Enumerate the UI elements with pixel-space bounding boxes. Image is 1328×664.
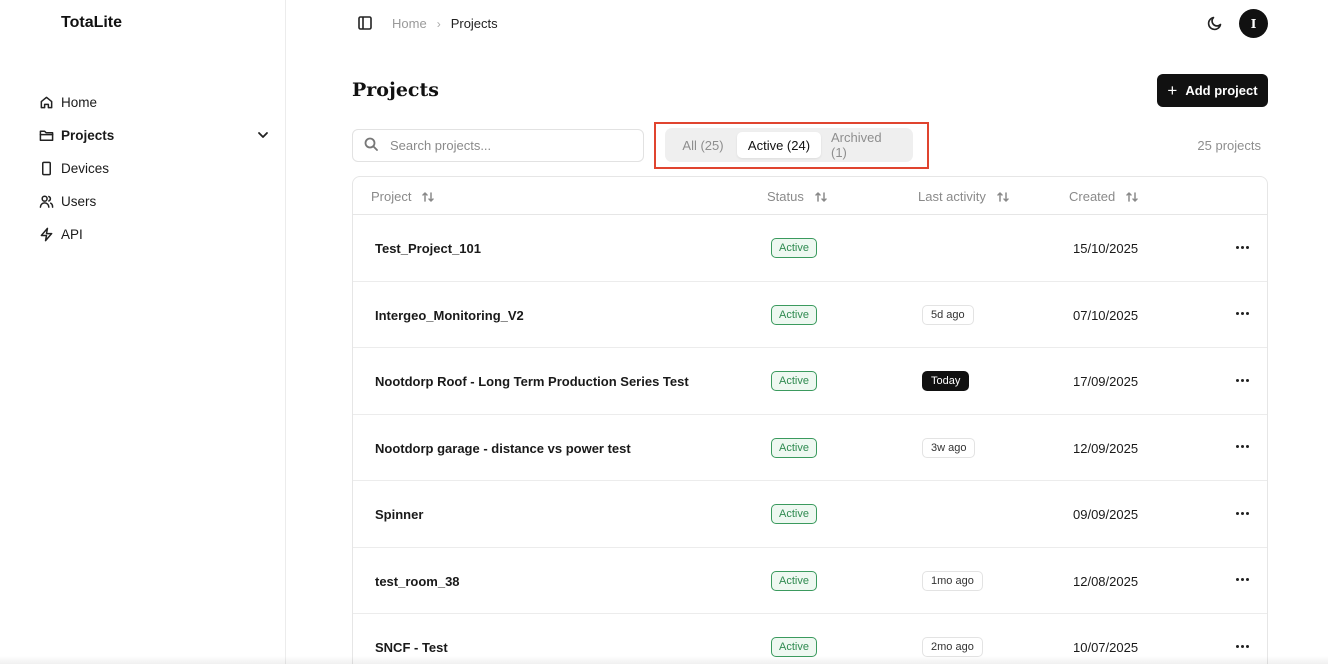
more-options-icon[interactable] <box>1233 237 1251 257</box>
plus-icon: + <box>1167 81 1178 100</box>
created-date: 07/10/2025 <box>1073 307 1139 323</box>
project-name[interactable]: SNCF - Test <box>375 640 448 655</box>
table-row[interactable]: Intergeo_Monitoring_V2 Active 5d ago 07/… <box>353 282 1267 348</box>
created-date: 12/08/2025 <box>1073 573 1139 589</box>
status-badge: Active <box>771 371 817 391</box>
column-header-status[interactable]: Status <box>767 189 828 204</box>
project-name[interactable]: Test_Project_101 <box>375 241 481 256</box>
last-activity-badge: 1mo ago <box>922 570 983 591</box>
created-date: 17/09/2025 <box>1073 374 1139 389</box>
moon-icon[interactable] <box>1207 15 1223 31</box>
tab-active[interactable]: Active (24) <box>737 132 821 158</box>
status-badge: Active <box>771 570 817 591</box>
created-date: 10/07/2025 <box>1073 640 1139 655</box>
search-icon <box>364 137 378 154</box>
more-options-icon[interactable] <box>1233 636 1251 656</box>
tab-archived[interactable]: Archived (1) <box>821 130 909 160</box>
project-name[interactable]: Nootdorp garage - distance vs power test <box>375 441 631 456</box>
table-row[interactable]: Spinner Active 09/09/2025 <box>353 481 1267 548</box>
folder-icon <box>38 128 54 144</box>
sidebar-toggle-icon[interactable] <box>358 16 372 30</box>
breadcrumb-home[interactable]: Home <box>392 16 427 31</box>
last-activity-badge: 2mo ago <box>922 637 983 657</box>
more-options-icon[interactable] <box>1233 370 1251 390</box>
sidebar-item-label: Devices <box>61 161 110 176</box>
project-count: 25 projects <box>1197 138 1261 153</box>
last-activity-badge: 3w ago <box>922 437 976 458</box>
column-label: Project <box>371 189 412 204</box>
project-name[interactable]: Spinner <box>375 507 423 522</box>
status-filter-tabs: All (25) Active (24) Archived (1) <box>665 128 913 162</box>
column-header-last-activity[interactable]: Last activity <box>918 189 1010 204</box>
add-project-button[interactable]: + Add project <box>1157 74 1268 107</box>
table-header: Project Status Last activity Created <box>353 177 1267 215</box>
table-row[interactable]: Nootdorp garage - distance vs power test… <box>353 415 1267 481</box>
table-row[interactable]: Test_Project_101 Active 15/10/2025 <box>353 215 1267 282</box>
column-label: Created <box>1069 189 1116 204</box>
tab-all[interactable]: All (25) <box>669 132 737 158</box>
lightning-icon <box>38 227 54 243</box>
sidebar-item-label: Projects <box>61 128 115 143</box>
created-date: 12/09/2025 <box>1073 440 1139 456</box>
sort-icon <box>996 190 1010 204</box>
device-icon <box>38 161 54 177</box>
last-activity-badge: Today <box>922 371 970 391</box>
sidebar-item-home[interactable]: Home <box>38 86 274 119</box>
sidebar-item-projects[interactable]: Projects <box>38 119 274 152</box>
project-name[interactable]: test_room_38 <box>375 574 460 589</box>
sidebar-item-label: Home <box>61 95 98 110</box>
breadcrumb-current: Projects <box>450 16 498 31</box>
column-label: Status <box>767 189 804 204</box>
add-project-label: Add project <box>1185 83 1258 98</box>
chevron-down-icon[interactable] <box>256 128 270 142</box>
top-bar: Home › Projects I <box>287 0 1328 46</box>
breadcrumb-separator: › <box>436 16 441 31</box>
home-icon <box>38 95 54 111</box>
more-options-icon[interactable] <box>1233 503 1251 523</box>
status-badge: Active <box>771 304 817 325</box>
more-options-icon[interactable] <box>1233 437 1251 457</box>
sidebar: TotaLite Home Projects Devices Users API <box>0 0 286 664</box>
created-date: 15/10/2025 <box>1073 241 1139 256</box>
bottom-shadow <box>0 656 1328 664</box>
more-options-icon[interactable] <box>1233 570 1251 590</box>
more-options-icon[interactable] <box>1233 304 1251 324</box>
sidebar-item-users[interactable]: Users <box>38 185 274 218</box>
sort-icon <box>1125 190 1139 204</box>
sidebar-item-label: Users <box>61 194 97 209</box>
project-name[interactable]: Nootdorp Roof - Long Term Production Ser… <box>375 374 689 389</box>
table-body: Test_Project_101 Active 15/10/2025 Inter… <box>353 215 1267 664</box>
breadcrumb: Home › Projects <box>392 16 498 31</box>
page-title: Projects <box>352 79 439 101</box>
users-icon <box>38 194 54 210</box>
search-box[interactable] <box>352 129 644 162</box>
column-header-created[interactable]: Created <box>1069 189 1139 204</box>
project-name[interactable]: Intergeo_Monitoring_V2 <box>375 308 524 323</box>
column-label: Last activity <box>918 189 986 204</box>
sidebar-item-devices[interactable]: Devices <box>38 152 274 185</box>
sidebar-item-api[interactable]: API <box>38 218 274 251</box>
sort-icon <box>814 190 828 204</box>
table-row[interactable]: test_room_38 Active 1mo ago 12/08/2025 <box>353 548 1267 614</box>
last-activity-badge: 5d ago <box>922 304 974 325</box>
search-input[interactable] <box>390 138 630 153</box>
sidebar-nav: Home Projects Devices Users API <box>38 86 274 251</box>
sidebar-item-label: API <box>61 227 83 242</box>
column-header-project[interactable]: Project <box>371 189 435 204</box>
status-badge: Active <box>771 238 817 258</box>
brand-logo[interactable]: TotaLite <box>61 14 122 32</box>
status-badge: Active <box>771 437 817 458</box>
created-date: 09/09/2025 <box>1073 507 1139 522</box>
sort-icon <box>421 190 435 204</box>
status-badge: Active <box>771 637 817 657</box>
table-row[interactable]: Nootdorp Roof - Long Term Production Ser… <box>353 348 1267 415</box>
projects-table: Project Status Last activity Created Tes… <box>352 176 1268 664</box>
status-badge: Active <box>771 504 817 524</box>
avatar[interactable]: I <box>1239 9 1268 38</box>
